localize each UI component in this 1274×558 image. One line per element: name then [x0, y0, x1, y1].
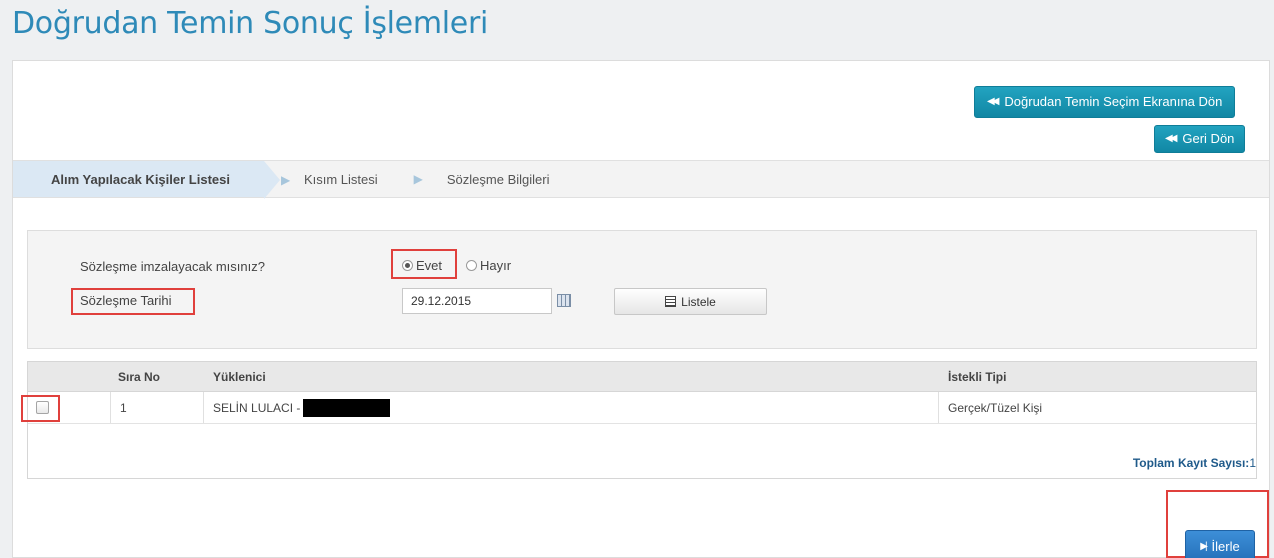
- list-button[interactable]: Listele: [614, 288, 767, 315]
- row-bidder-type: Gerçek/Tüzel Kişi: [948, 400, 1043, 415]
- back-to-selection-label: Doğrudan Temin Seçim Ekranına Dön: [1004, 94, 1223, 109]
- contract-date-input[interactable]: 29.12.2015: [402, 288, 552, 314]
- column-header-contractor: Yüklenici: [213, 369, 266, 384]
- next-label: İlerle: [1211, 538, 1240, 554]
- wizard-steps: Alım Yapılacak Kişiler Listesi Kısım Lis…: [13, 160, 1269, 199]
- step-label: Alım Yapılacak Kişiler Listesi: [51, 171, 230, 187]
- radio-yes[interactable]: Evet: [402, 258, 442, 273]
- back-label: Geri Dön: [1182, 131, 1235, 146]
- radio-no[interactable]: Hayır: [466, 258, 511, 273]
- column-divider: [938, 392, 939, 423]
- table-header: Sıra No Yüklenici İstekli Tipi: [28, 362, 1256, 392]
- column-divider: [110, 392, 111, 423]
- highlight-box: [21, 395, 60, 422]
- total-value: 1: [1249, 456, 1256, 470]
- step-contractor-list[interactable]: Alım Yapılacak Kişiler Listesi: [13, 161, 280, 199]
- table-row: 1 SELİN LULACI - Gerçek/Tüzel Kişi: [28, 392, 1256, 424]
- step-label: Kısım Listesi: [303, 171, 378, 187]
- contract-date-label: Sözleşme Tarihi: [80, 293, 172, 308]
- step-contract-info[interactable]: Sözleşme Bilgileri: [447, 172, 550, 187]
- radio-yes-label: Evet: [416, 258, 443, 273]
- total-record-count: Toplam Kayıt Sayısı:1: [1133, 456, 1256, 470]
- page-title: Doğrudan Temin Sonuç İşlemleri: [12, 6, 489, 41]
- total-label: Toplam Kayıt Sayısı:: [1132, 456, 1250, 470]
- column-header-no: Sıra No: [118, 369, 161, 384]
- radio-unchecked-icon: [466, 260, 477, 271]
- calendar-icon[interactable]: [557, 294, 571, 307]
- list-button-label: Listele: [681, 294, 716, 309]
- radio-checked-icon: [402, 260, 413, 271]
- next-button[interactable]: ▶| İlerle: [1185, 530, 1255, 558]
- contract-question-label: Sözleşme imzalayacak mısınız?: [80, 259, 265, 274]
- column-divider: [203, 392, 204, 423]
- double-chevron-left-icon: ◀◀: [1165, 133, 1178, 144]
- back-to-selection-button[interactable]: ◀◀ Doğrudan Temin Seçim Ekranına Dön: [974, 86, 1236, 118]
- step-lot-list[interactable]: Kısım Listesi: [304, 172, 378, 187]
- list-icon: [665, 296, 677, 307]
- column-header-bidder-type: İstekli Tipi: [948, 369, 1007, 384]
- step-forward-icon: ▶|: [1200, 540, 1208, 552]
- contract-form: Sözleşme imzalayacak mısınız? Evet Hayır…: [27, 230, 1257, 349]
- back-button[interactable]: ◀◀ Geri Dön: [1154, 125, 1246, 153]
- chevron-right-icon: ▶: [413, 172, 423, 186]
- redaction-block: [303, 398, 391, 417]
- step-arrow: ▶: [378, 172, 447, 186]
- row-no: 1: [120, 400, 127, 415]
- row-contractor: SELİN LULACI -: [213, 392, 391, 423]
- radio-no-label: Hayır: [480, 258, 512, 273]
- chevron-right-icon: ▶: [281, 173, 291, 187]
- contractor-table: Sıra No Yüklenici İstekli Tipi 1 SELİN L…: [27, 361, 1257, 479]
- step-label: Sözleşme Bilgileri: [446, 171, 550, 187]
- contractor-name: SELİN LULACI -: [213, 400, 301, 415]
- double-chevron-left-icon: ◀◀: [987, 96, 1000, 107]
- main-panel: ◀◀ Doğrudan Temin Seçim Ekranına Dön ◀◀ …: [12, 60, 1270, 558]
